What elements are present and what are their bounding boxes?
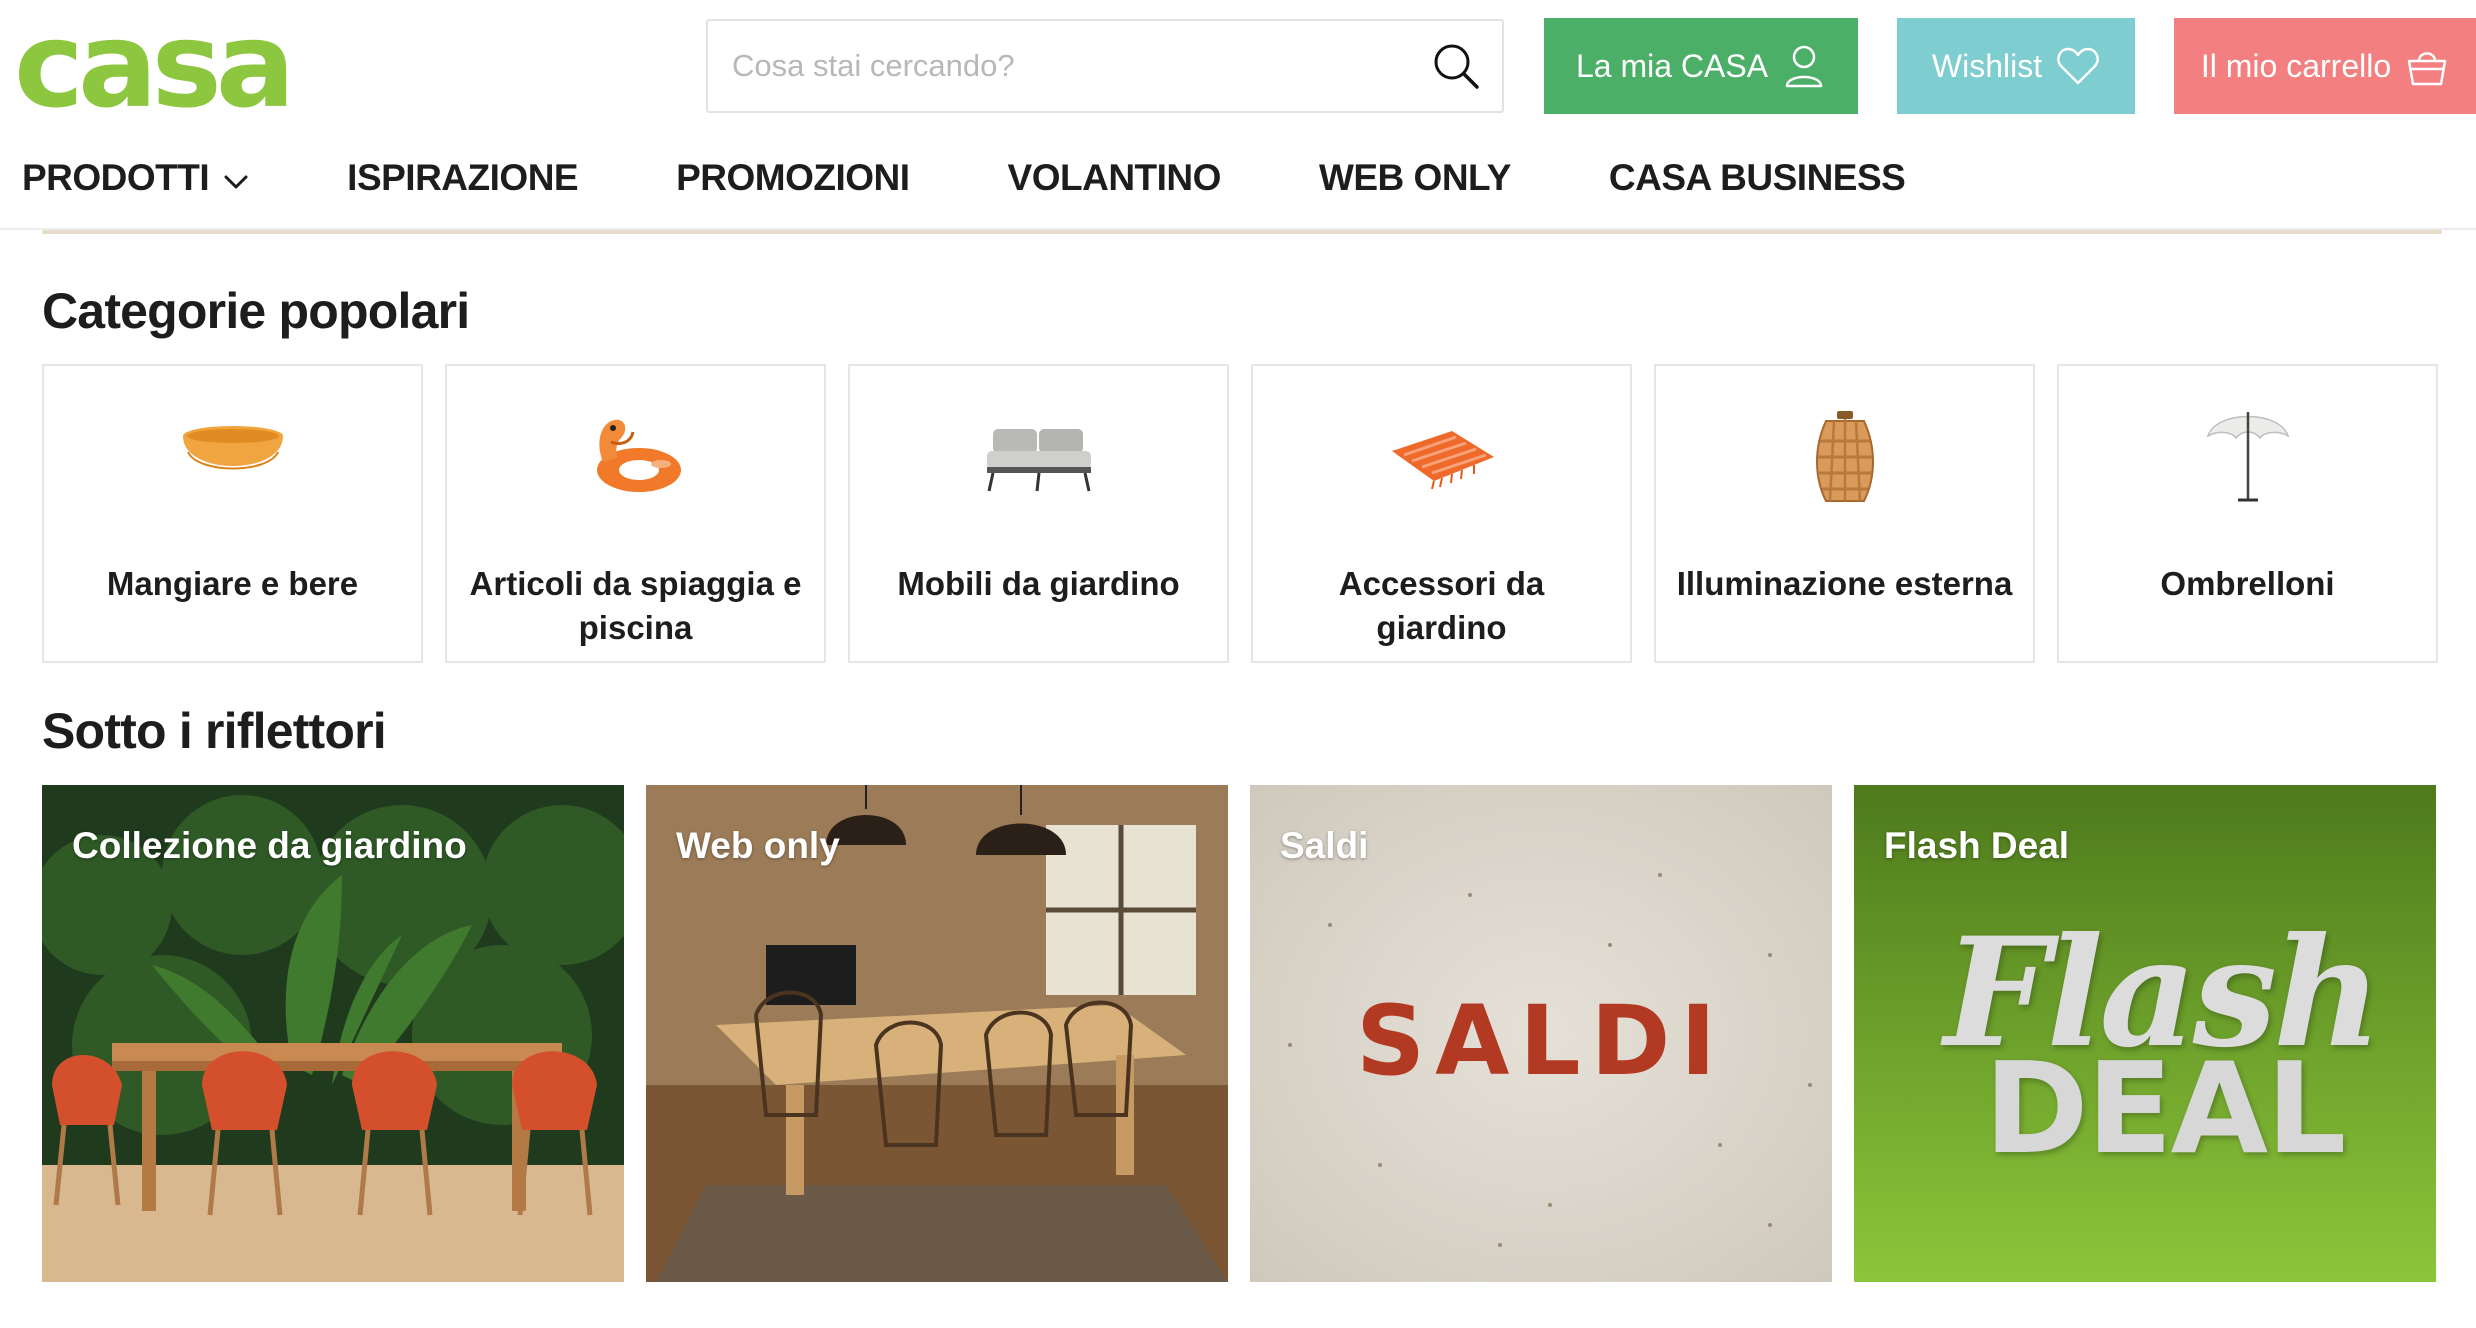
nav-item-ispirazione[interactable]: ISPIRAZIONE [347, 157, 578, 199]
category-label: Mangiare e bere [106, 565, 359, 602]
nav-item-label: VOLANTINO [1007, 157, 1222, 198]
spotlight-card-web-only[interactable]: Web only [646, 785, 1228, 1282]
category-card-mobili-da-giardino[interactable]: Mobili da giardino [848, 364, 1229, 663]
category-label: Articoli da spiaggia e piscina [469, 565, 802, 646]
category-card-ombrelloni[interactable]: Ombrelloni [2057, 364, 2438, 663]
nav-item-prodotti[interactable]: PRODOTTI [22, 157, 249, 199]
parasol-icon [2173, 402, 2323, 512]
pool-float-icon [561, 402, 711, 512]
garden-sofa-icon [964, 402, 1114, 512]
nav-item-label: ISPIRAZIONE [347, 157, 579, 198]
cart-button-label: Il mio carrello [2200, 47, 2392, 84]
saldi-banner-text: SALDI [1355, 985, 1726, 1097]
nav-item-label: CASA BUSINESS [1608, 157, 1906, 198]
spotlight-card-collezione-giardino[interactable]: Collezione da giardino [42, 785, 624, 1282]
category-label: Mobili da giardino [897, 565, 1180, 602]
category-list: Mangiare e bere Articoli da spiaggia e p… [42, 364, 2438, 663]
main-nav: PRODOTTI ISPIRAZIONE PROMOZIONI VOLANTIN… [22, 150, 2003, 206]
category-card-articoli-spiaggia-piscina[interactable]: Articoli da spiaggia e piscina [445, 364, 826, 663]
section-title-spotlight: Sotto i riflettori [42, 703, 387, 759]
lantern-icon [1770, 402, 1920, 512]
nav-item-promozioni[interactable]: PROMOZIONI [676, 157, 910, 199]
flash-banner-deal: DEAL [1984, 1035, 2346, 1182]
banner-edge-strip [42, 230, 2442, 234]
category-label: Accessori da giardino [1338, 565, 1545, 646]
account-button-label: La mia CASA [1575, 47, 1769, 84]
spotlight-list: Collezione da giardino Web only SALDI Sa… [42, 785, 2436, 1282]
nav-item-volantino[interactable]: VOLANTINO [1007, 157, 1222, 199]
category-label: Illuminazione esterna [1676, 565, 2013, 602]
nav-item-label: PRODOTTI [22, 157, 210, 198]
category-card-illuminazione-esterna[interactable]: Illuminazione esterna [1654, 364, 2035, 663]
bowl-icon [158, 402, 308, 512]
nav-item-casa-business[interactable]: CASA BUSINESS [1608, 157, 1906, 199]
heart-icon [2056, 44, 2100, 88]
logo-text: casa [14, 14, 289, 114]
spotlight-title: Collezione da giardino [72, 825, 467, 866]
casa-logo[interactable]: casa [14, 0, 334, 134]
search-input[interactable] [708, 21, 1426, 111]
wishlist-button[interactable]: Wishlist [1897, 18, 2135, 114]
section-title-categories: Categorie popolari [42, 283, 470, 339]
chevron-down-icon [223, 157, 249, 199]
nav-item-web-only[interactable]: WEB ONLY [1319, 157, 1511, 199]
nav-item-label: WEB ONLY [1318, 157, 1511, 198]
spotlight-title: Saldi [1280, 825, 1369, 866]
category-label: Ombrelloni [2160, 565, 2335, 602]
basket-icon [2405, 44, 2449, 88]
throw-blanket-icon [1367, 402, 1517, 512]
nav-item-label: PROMOZIONI [676, 157, 910, 198]
category-card-accessori-da-giardino[interactable]: Accessori da giardino [1251, 364, 1632, 663]
spotlight-card-flash-deal[interactable]: Flash DEAL Flash Deal [1854, 785, 2436, 1282]
spotlight-title: Flash Deal [1884, 825, 2070, 866]
spotlight-card-saldi[interactable]: SALDI Saldi [1250, 785, 1832, 1282]
cart-button[interactable]: Il mio carrello [2174, 18, 2476, 114]
category-card-mangiare-e-bere[interactable]: Mangiare e bere [42, 364, 423, 663]
search-icon[interactable] [1426, 36, 1486, 96]
user-icon [1782, 44, 1826, 88]
search-bar [706, 19, 1504, 113]
spotlight-title: Web only [676, 825, 840, 866]
account-button[interactable]: La mia CASA [1544, 18, 1858, 114]
wishlist-button-label: Wishlist [1931, 47, 2043, 84]
